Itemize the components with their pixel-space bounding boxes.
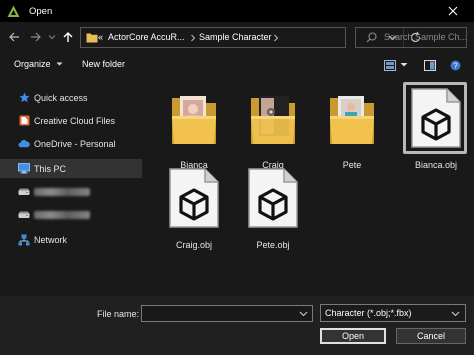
arrow-up-icon bbox=[63, 32, 73, 42]
open-button[interactable]: Open bbox=[320, 328, 386, 344]
folder-icon bbox=[330, 96, 374, 144]
chevron-down-icon bbox=[48, 35, 56, 40]
creative-cloud-icon bbox=[18, 115, 30, 127]
nav-item-drive-1[interactable] bbox=[0, 182, 142, 201]
nav-item-creative-cloud[interactable]: Creative Cloud Files bbox=[0, 111, 142, 130]
arrow-left-icon bbox=[9, 32, 19, 42]
file-type-value: Character (*.obj;*.fbx) bbox=[325, 308, 412, 318]
svg-text:?: ? bbox=[453, 62, 458, 71]
3d-object-file-icon bbox=[248, 168, 298, 228]
file-list: Bianca Craig Pete Bianca.obj Craig.obj P… bbox=[142, 80, 474, 296]
nav-item-label: Network bbox=[34, 234, 68, 245]
help-icon[interactable]: ? bbox=[450, 60, 461, 71]
3d-object-file-icon bbox=[169, 168, 219, 228]
back-button[interactable] bbox=[6, 29, 22, 45]
folder-icon bbox=[251, 96, 295, 144]
new-folder-button[interactable]: New folder bbox=[82, 59, 125, 69]
close-button[interactable] bbox=[432, 0, 474, 22]
caret-down-icon bbox=[56, 62, 63, 66]
nav-item-label: Quick access bbox=[34, 92, 88, 103]
preview-pane-icon[interactable] bbox=[424, 60, 436, 71]
navigation-pane: Quick access Creative Cloud Files OneDri… bbox=[0, 86, 142, 296]
file-name-label: Craig.obj bbox=[175, 240, 213, 250]
nav-item-this-pc[interactable]: This PC bbox=[0, 159, 142, 178]
search-icon bbox=[366, 32, 377, 43]
organize-label: Organize bbox=[14, 59, 51, 69]
folder-icon bbox=[172, 96, 216, 144]
toolbar: Organize New folder ? bbox=[0, 56, 474, 76]
search-placeholder: Search Sample Ch... bbox=[384, 32, 466, 42]
title-bar: Open bbox=[0, 0, 474, 22]
nav-item-drive-2[interactable] bbox=[0, 205, 142, 224]
file-type-select[interactable]: Character (*.obj;*.fbx) bbox=[320, 304, 466, 322]
file-name-label: Pete bbox=[342, 160, 362, 170]
redacted-drive-label bbox=[34, 187, 90, 196]
nav-item-label: Creative Cloud Files bbox=[34, 115, 116, 126]
search-input[interactable]: Search Sample Ch... bbox=[355, 27, 467, 48]
chevron-down-icon[interactable] bbox=[400, 62, 408, 68]
nav-item-quick-access[interactable]: Quick access bbox=[0, 88, 142, 107]
nav-item-label: This PC bbox=[34, 163, 67, 174]
organize-button[interactable]: Organize bbox=[14, 59, 63, 69]
star-icon bbox=[18, 92, 30, 104]
breadcrumb-actorcore[interactable]: ActorCore AccuR... bbox=[108, 32, 185, 42]
redacted-drive-label bbox=[34, 210, 90, 219]
drive-icon bbox=[18, 209, 30, 221]
cancel-button[interactable]: Cancel bbox=[396, 328, 466, 344]
close-icon bbox=[448, 6, 458, 16]
computer-icon bbox=[18, 163, 30, 175]
chevron-down-icon[interactable] bbox=[299, 310, 308, 318]
nav-item-label: OneDrive - Personal bbox=[34, 138, 116, 149]
network-icon bbox=[18, 234, 30, 246]
breadcrumb-sample-character[interactable]: Sample Character bbox=[199, 32, 272, 42]
address-row: « ActorCore AccuR... Sample Character Se… bbox=[0, 25, 474, 51]
window-title: Open bbox=[29, 5, 53, 17]
folder-icon bbox=[86, 33, 98, 43]
nav-item-onedrive[interactable]: OneDrive - Personal bbox=[0, 134, 142, 153]
drive-icon bbox=[18, 186, 30, 198]
file-name-label: Bianca.obj bbox=[414, 160, 458, 170]
file-name-input[interactable] bbox=[141, 305, 313, 322]
chevron-right-icon bbox=[191, 34, 196, 42]
recent-locations-button[interactable] bbox=[44, 29, 60, 45]
up-button[interactable] bbox=[60, 29, 76, 45]
view-options-icon[interactable] bbox=[384, 60, 396, 71]
file-name-label: Pete.obj bbox=[256, 240, 290, 250]
3d-object-file-icon bbox=[411, 88, 461, 148]
address-overflow[interactable]: « bbox=[98, 32, 103, 42]
address-bar[interactable]: « ActorCore AccuR... Sample Character bbox=[80, 27, 421, 48]
nav-item-network[interactable]: Network bbox=[0, 230, 142, 249]
dialog-footer: File name: Character (*.obj;*.fbx) Open … bbox=[0, 296, 474, 355]
file-name-label: File name: bbox=[97, 309, 140, 319]
arrow-right-icon bbox=[31, 32, 41, 42]
chevron-down-icon bbox=[451, 311, 460, 317]
cloud-icon bbox=[18, 138, 30, 150]
forward-button[interactable] bbox=[28, 29, 44, 45]
app-logo-icon bbox=[7, 5, 20, 17]
chevron-right-icon bbox=[274, 34, 279, 42]
